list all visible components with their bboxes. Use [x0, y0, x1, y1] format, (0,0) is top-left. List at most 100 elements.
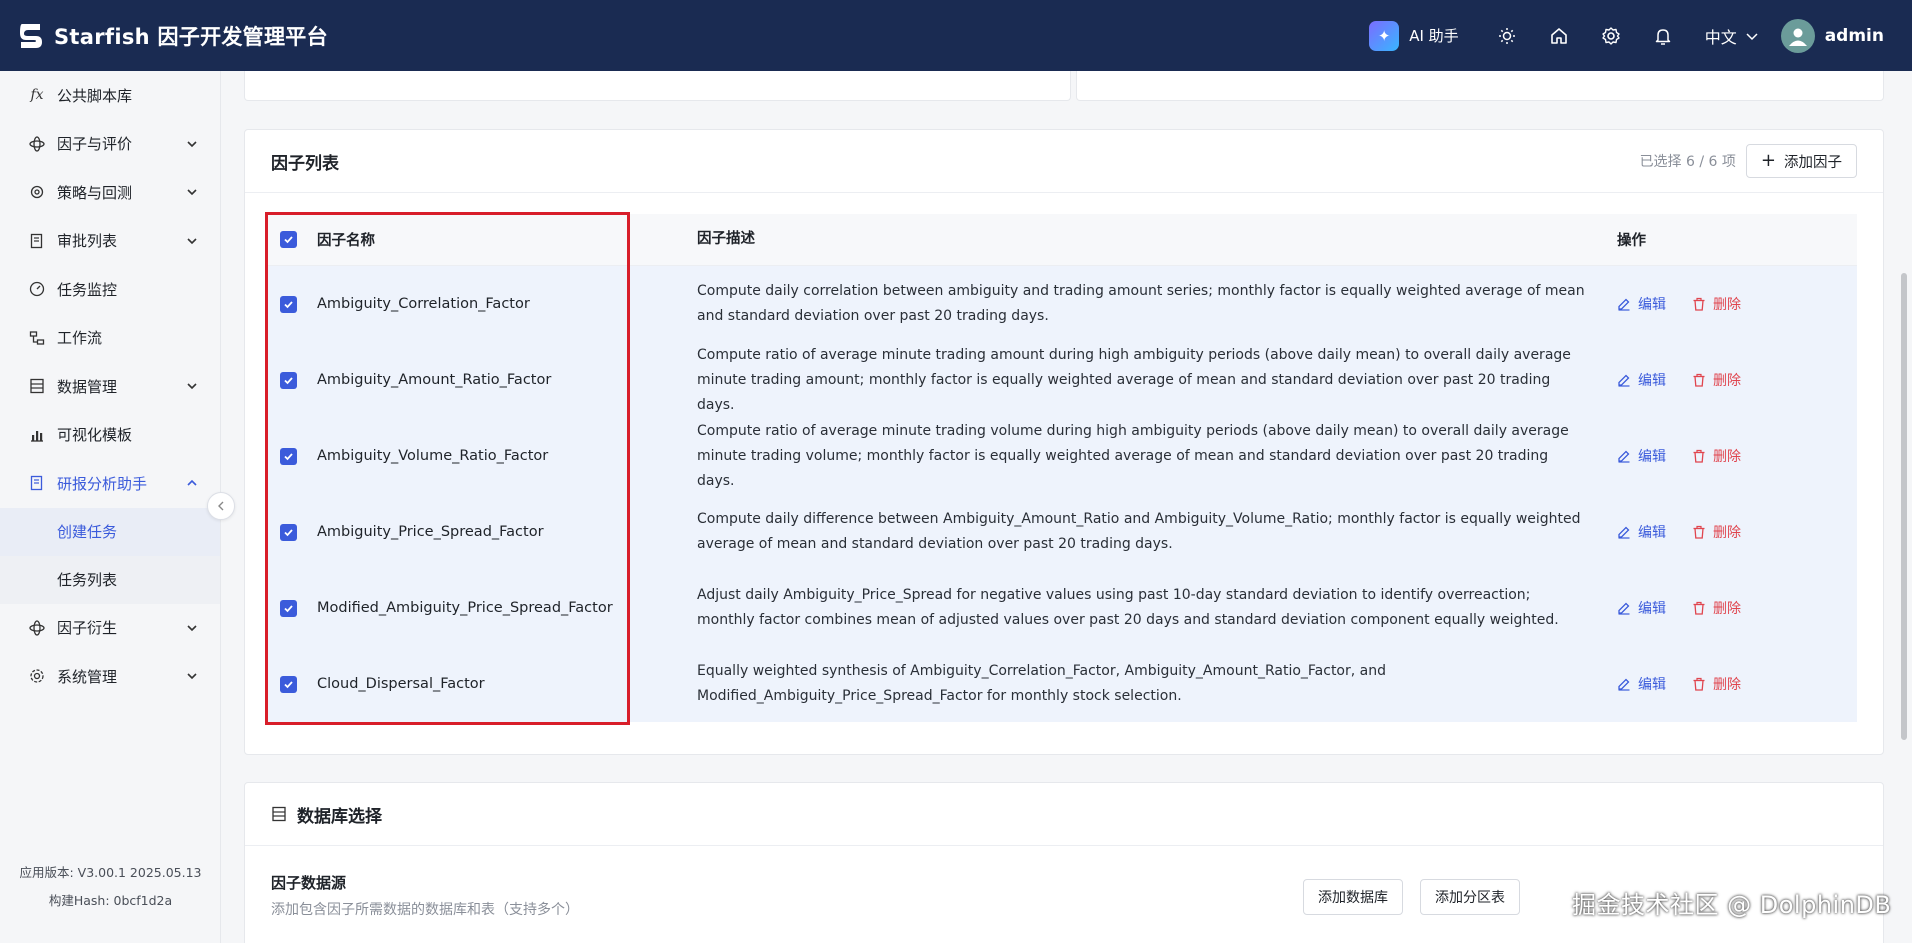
sidebar-item-factor-derivation[interactable]: 因子衍生 [0, 604, 220, 653]
edit-button[interactable]: 编辑 [1617, 674, 1666, 694]
factor-name: Ambiguity_Volume_Ratio_Factor [317, 448, 549, 464]
table-row: Ambiguity_Volume_Ratio_Factor Compute ra… [267, 418, 1857, 494]
row-checkbox[interactable] [280, 371, 297, 389]
factor-name: Ambiguity_Amount_Ratio_Factor [317, 372, 552, 388]
edit-button[interactable]: 编辑 [1617, 446, 1666, 466]
edit-button[interactable]: 编辑 [1617, 370, 1666, 390]
check-icon [284, 376, 293, 384]
edit-button[interactable]: 编辑 [1617, 294, 1666, 314]
check-icon [284, 452, 293, 460]
bell-icon[interactable] [1652, 25, 1674, 47]
sidebar-item-task-monitor[interactable]: 任务监控 [0, 265, 220, 314]
logo[interactable]: Starfish 因子开发管理平台 [18, 21, 328, 51]
trash-icon [1693, 297, 1705, 311]
table-row: Ambiguity_Correlation_Factor Compute dai… [267, 266, 1857, 342]
top-card-left [244, 71, 1071, 101]
delete-button[interactable]: 删除 [1692, 598, 1741, 618]
gear-icon [28, 667, 46, 685]
trash-icon [1693, 449, 1705, 463]
trash-icon [1693, 601, 1705, 615]
edit-icon [1618, 526, 1630, 539]
sidebar-item-strategy-backtest[interactable]: 策略与回测 [0, 168, 220, 217]
settings-icon[interactable] [1600, 25, 1622, 47]
chevron-down-icon [187, 141, 197, 147]
app-title: Starfish 因子开发管理平台 [54, 24, 328, 49]
table-row: Cloud_Dispersal_Factor Equally weighted … [267, 646, 1857, 722]
check-icon [284, 604, 293, 612]
sidebar-item-workflow[interactable]: 工作流 [0, 314, 220, 363]
row-checkbox[interactable] [280, 295, 297, 313]
edit-icon [1618, 678, 1630, 691]
sparkle-icon: ✦ [1369, 20, 1400, 51]
sidebar-subitem-create-task[interactable]: 创建任务 [0, 507, 220, 556]
column-header-ops: 操作 [1617, 233, 1646, 249]
plus-icon: + [1760, 150, 1776, 171]
delete-button[interactable]: 删除 [1692, 674, 1741, 694]
sidebar-item-factor-eval[interactable]: 因子与评价 [0, 120, 220, 169]
report-icon [28, 474, 46, 492]
chevron-down-icon [187, 238, 197, 244]
data-source-title: 因子数据源 [271, 874, 347, 892]
sidebar-item-approval-list[interactable]: 审批列表 [0, 217, 220, 266]
chevron-down-icon [187, 673, 197, 680]
fx-icon: fx [30, 87, 44, 104]
add-factor-button[interactable]: + 添加因子 [1745, 144, 1857, 178]
delete-button[interactable]: 删除 [1692, 294, 1741, 314]
factor-list-title: 因子列表 [271, 153, 339, 174]
column-header-name: 因子名称 [317, 233, 375, 249]
factor-name: Cloud_Dispersal_Factor [317, 676, 485, 692]
delete-button[interactable]: 删除 [1692, 522, 1741, 542]
list-icon [28, 377, 46, 395]
check-icon [284, 680, 293, 688]
language-selector[interactable]: 中文 [1705, 24, 1759, 48]
table-row: Modified_Ambiguity_Price_Spread_Factor A… [267, 570, 1857, 646]
chevron-down-icon [1746, 32, 1758, 40]
sidebar-subitem-task-list[interactable]: 任务列表 [0, 555, 220, 604]
dashboard-icon [28, 280, 46, 298]
home-icon[interactable] [1548, 25, 1570, 47]
factor-description: Compute daily correlation between ambigu… [697, 283, 1585, 324]
workflow-icon [28, 329, 46, 347]
add-partition-table-button[interactable]: 添加分区表 [1420, 879, 1520, 915]
row-checkbox[interactable] [280, 447, 297, 465]
edit-button[interactable]: 编辑 [1617, 598, 1666, 618]
sidebar-item-visual-templates[interactable]: 可视化模板 [0, 411, 220, 460]
sidebar-item-research-assistant[interactable]: 研报分析助手 [0, 459, 220, 508]
delete-button[interactable]: 删除 [1692, 370, 1741, 390]
chart-icon [28, 426, 46, 444]
scrollbar[interactable] [1901, 273, 1907, 740]
top-header: Starfish 因子开发管理平台 ✦ AI 助手 中文 admin [0, 0, 1912, 71]
ai-assistant-label: AI 助手 [1409, 27, 1459, 45]
ai-assistant-button[interactable]: ✦ AI 助手 [1369, 20, 1459, 51]
factor-description: Adjust daily Ambiguity_Price_Spread for … [697, 587, 1559, 628]
factor-description: Compute ratio of average minute trading … [697, 346, 1571, 413]
sidebar-item-public-scripts[interactable]: fx 公共脚本库 [0, 71, 220, 120]
delete-button[interactable]: 删除 [1692, 446, 1741, 466]
edit-icon [1618, 602, 1630, 615]
factor-name: Ambiguity_Price_Spread_Factor [317, 524, 544, 540]
trash-icon [1693, 525, 1705, 539]
row-checkbox[interactable] [280, 675, 297, 693]
atom-icon [28, 135, 46, 153]
build-hash: 构建Hash: 0bcf1d2a [48, 893, 173, 908]
language-label: 中文 [1704, 27, 1737, 47]
sidebar-item-system-management[interactable]: 系统管理 [0, 652, 220, 701]
sidebar-collapse-button[interactable] [207, 492, 235, 520]
username[interactable]: admin [1825, 26, 1884, 46]
row-checkbox[interactable] [280, 523, 297, 541]
watermark: 掘金技术社区 @ DolphinDB [1572, 891, 1892, 919]
factor-description: Compute ratio of average minute trading … [697, 422, 1569, 489]
select-all-checkbox[interactable] [280, 231, 297, 248]
sidebar: fx 公共脚本库 因子与评价 策略与回测 审批列表 任务监控 工作流 数据管理 … [0, 71, 221, 943]
edit-icon [1618, 374, 1630, 387]
row-checkbox[interactable] [280, 599, 297, 617]
chevron-down-icon [187, 383, 197, 390]
theme-toggle-icon[interactable] [1496, 25, 1518, 47]
factor-table: 因子名称 因子描述 操作 Ambiguity_Correlation_Facto… [267, 214, 1857, 722]
sidebar-item-data-management[interactable]: 数据管理 [0, 362, 220, 411]
avatar[interactable] [1780, 18, 1815, 53]
factor-list-card: 因子列表 已选择 6 / 6 项 + 添加因子 因子名称 因子描述 操作 Amb… [244, 129, 1884, 755]
add-database-button[interactable]: 添加数据库 [1303, 879, 1403, 915]
table-header: 因子名称 因子描述 操作 [267, 214, 1857, 266]
edit-button[interactable]: 编辑 [1617, 522, 1666, 542]
